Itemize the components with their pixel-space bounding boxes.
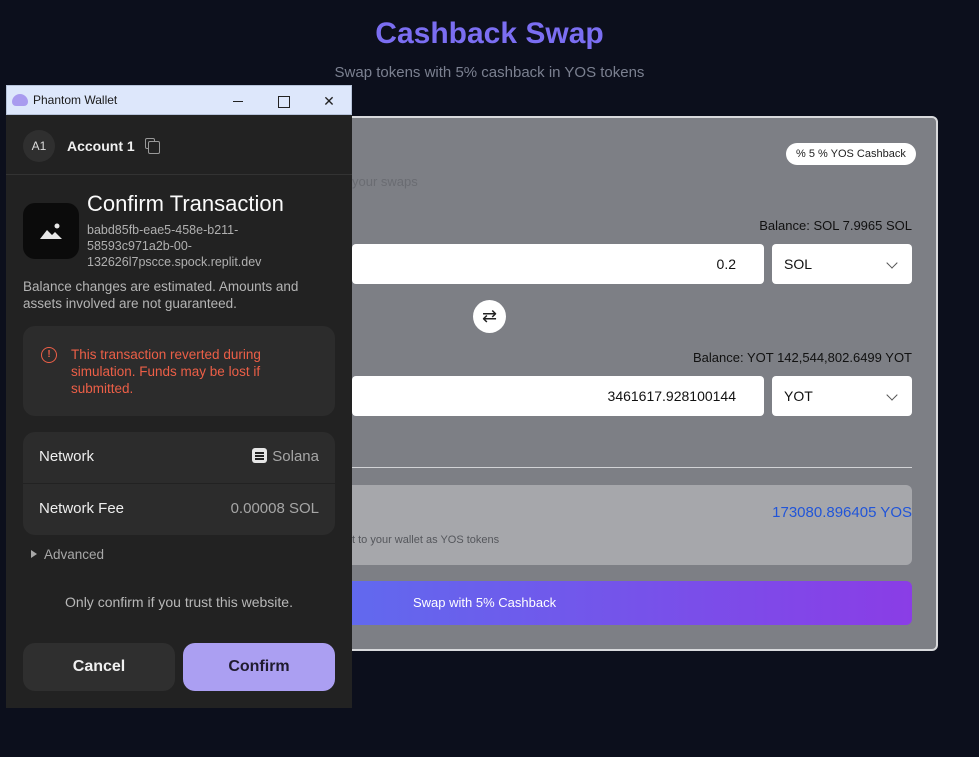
fee-value: 0.00008 SOL [230,500,319,517]
advanced-toggle[interactable]: Advanced [31,547,104,562]
card-description: your swaps [352,174,418,189]
alert-icon: ! [41,347,57,363]
site-origin: babd85fb-eae5-458e-b211-58593c971a2b-00-… [87,223,262,269]
maximize-button[interactable] [268,90,298,112]
card-divider [352,467,912,468]
swap-button-label: Swap with 5% Cashback [413,595,557,610]
network-details: Network Solana Network Fee 0.00008 SOL [23,432,335,535]
confirm-button[interactable]: Confirm [183,643,335,691]
page-subtitle: Swap tokens with 5% cashback in YOS toke… [334,64,645,81]
swap-direction-button[interactable]: ⇄ [473,300,506,333]
to-token-label: YOT [784,388,813,404]
account-name: Account 1 [67,138,135,154]
copy-icon[interactable] [145,138,160,154]
simulation-warning: ! This transaction reverted during simul… [23,326,335,416]
network-value: Solana [252,448,319,465]
window-title: Phantom Wallet [33,93,118,107]
minimize-button[interactable] [223,90,253,112]
from-token-label: SOL [784,256,813,272]
phantom-wallet-window: Phantom Wallet ✕ A1 Account 1 Confirm Tr… [6,85,352,708]
from-token-select[interactable]: SOL [772,244,912,284]
trust-note: Only confirm if you trust this website. [65,594,293,610]
phantom-logo-icon [12,94,28,106]
to-balance: Balance: YOT 142,544,802.6499 YOT [693,350,912,365]
fee-label: Network Fee [39,500,125,517]
to-token-select[interactable]: YOT [772,376,912,416]
close-button[interactable]: ✕ [314,90,344,112]
from-amount-input[interactable]: 0.2 [352,244,764,284]
account-header: A1 Account 1 [6,115,352,175]
warning-text: This transaction reverted during simulat… [71,347,261,396]
cashback-note: t to your wallet as YOS tokens [352,534,500,546]
caret-right-icon [31,550,37,558]
cashback-value: 173080.896405 YOS [772,504,912,521]
site-image-icon [23,203,79,259]
fee-row: Network Fee 0.00008 SOL [23,484,335,535]
swap-arrows-icon: ⇄ [481,306,498,326]
network-label: Network [39,448,95,465]
cashback-badge: % 5 % YOS Cashback [786,143,916,165]
cashback-summary [352,485,912,565]
chevron-down-icon [886,257,898,269]
confirm-title: Confirm Transaction [87,191,284,216]
avatar[interactable]: A1 [23,130,55,162]
solana-icon [252,448,268,463]
balance-disclaimer: Balance changes are estimated. Amounts a… [23,279,299,311]
window-titlebar[interactable]: Phantom Wallet ✕ [6,85,352,115]
page-title: Cashback Swap [375,17,604,50]
from-balance: Balance: SOL 7.9965 SOL [759,218,912,233]
to-amount-input[interactable]: 3461617.928100144 [352,376,764,416]
chevron-down-icon [886,389,898,401]
swap-button[interactable]: Swap with 5% Cashback [352,581,912,625]
network-row: Network Solana [23,432,335,483]
cancel-button[interactable]: Cancel [23,643,175,691]
